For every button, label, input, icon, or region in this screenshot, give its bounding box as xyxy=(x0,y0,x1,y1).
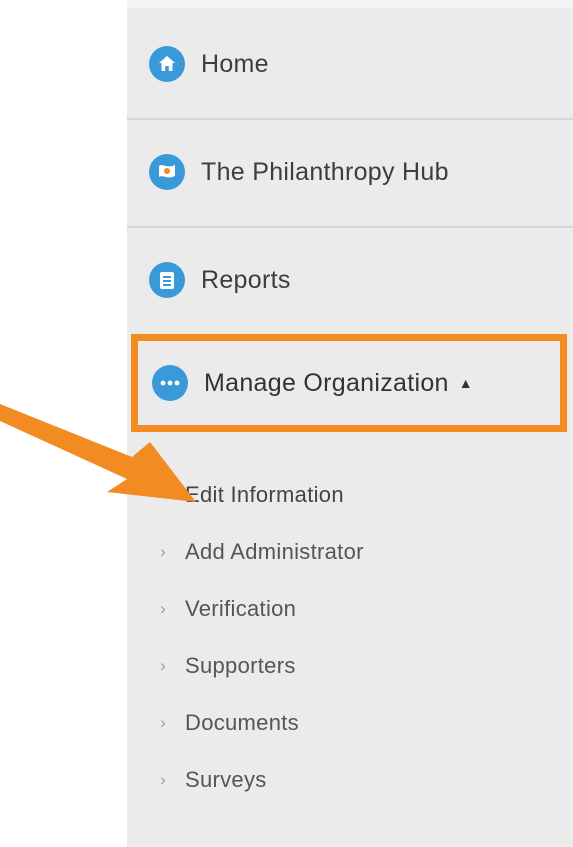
flag-icon xyxy=(149,154,185,190)
submenu-item-label: Documents xyxy=(185,709,299,735)
more-dots-icon xyxy=(152,365,188,401)
submenu-item-verification[interactable]: › Verification xyxy=(157,580,557,637)
caret-up-icon: ▲ xyxy=(458,375,473,391)
chevron-right-icon: › xyxy=(160,598,166,618)
chevron-right-icon: › xyxy=(160,712,166,732)
submenu-item-documents[interactable]: › Documents xyxy=(157,694,557,751)
sidebar-item-label: The Philanthropy Hub xyxy=(201,157,449,186)
submenu-item-label: Add Administrator xyxy=(185,538,364,564)
sidebar-item-manage-organization[interactable]: Manage Organization ▲ xyxy=(131,334,567,432)
submenu-item-supporters[interactable]: › Supporters xyxy=(157,637,557,694)
sidebar-nav: Home The Philanthropy Hub Reports Manage… xyxy=(127,0,573,847)
chevron-right-icon: › xyxy=(160,541,166,561)
home-icon xyxy=(149,46,185,82)
submenu-item-edit-information[interactable]: Edit Information xyxy=(157,466,557,523)
screenshot-stage: Home The Philanthropy Hub Reports Manage… xyxy=(0,0,573,847)
clipboard-icon xyxy=(149,262,185,298)
sidebar-item-home[interactable]: Home xyxy=(127,10,573,118)
submenu-item-label: Surveys xyxy=(185,766,267,792)
submenu-item-label: Verification xyxy=(185,595,297,621)
chevron-right-icon: › xyxy=(160,769,166,789)
sidebar-top-edge xyxy=(127,0,573,8)
chevron-right-icon: › xyxy=(160,655,166,675)
submenu-item-label: Supporters xyxy=(185,652,296,678)
sidebar-item-reports[interactable]: Reports xyxy=(127,226,573,334)
sidebar-item-label: Home xyxy=(201,49,269,78)
submenu-item-add-administrator[interactable]: › Add Administrator xyxy=(157,523,557,580)
manage-organization-submenu: Edit Information › Add Administrator › V… xyxy=(157,466,557,808)
sidebar-item-label: Reports xyxy=(201,265,291,294)
sidebar-item-philanthropy-hub[interactable]: The Philanthropy Hub xyxy=(127,118,573,226)
manage-organization-label: Manage Organization xyxy=(204,368,449,397)
submenu-item-surveys[interactable]: › Surveys xyxy=(157,751,557,808)
submenu-item-label: Edit Information xyxy=(185,481,344,507)
